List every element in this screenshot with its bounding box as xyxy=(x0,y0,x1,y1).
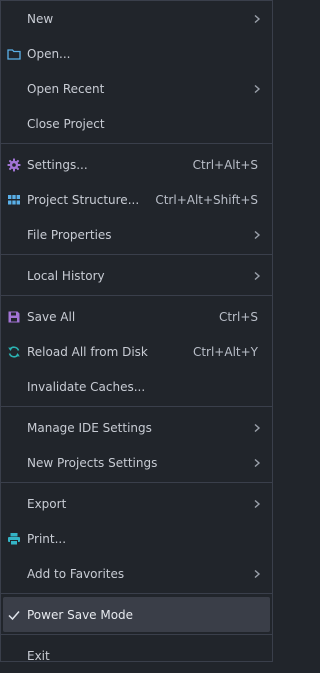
menu-item-label: Add to Favorites xyxy=(27,566,125,581)
save-icon xyxy=(7,310,21,324)
menu-item-label: Print... xyxy=(27,531,67,546)
menu-item-settings[interactable]: Settings... Ctrl+Alt+S xyxy=(1,147,272,182)
chevron-right-icon xyxy=(253,499,261,508)
menu-item-save-all[interactable]: Save All Ctrl+S xyxy=(1,299,272,334)
menu-item-open-recent[interactable]: Open Recent xyxy=(1,71,272,106)
menu-item-close-project[interactable]: Close Project xyxy=(1,106,272,141)
chevron-right-icon xyxy=(253,14,261,23)
menu-item-shortcut: Ctrl+Alt+S xyxy=(192,157,258,172)
menu-item-file-properties[interactable]: File Properties xyxy=(1,217,272,252)
menu-item-exit[interactable]: Exit xyxy=(1,638,272,673)
menu-item-label: Local History xyxy=(27,268,105,283)
printer-icon xyxy=(7,532,21,546)
menu-separator xyxy=(1,143,272,144)
folder-icon xyxy=(7,47,21,61)
menu-item-manage-ide-settings[interactable]: Manage IDE Settings xyxy=(1,410,272,445)
file-menu: New Open... Open Recent Close Project Se… xyxy=(0,0,273,663)
menu-separator xyxy=(1,482,272,483)
menu-item-project-structure[interactable]: Project Structure... Ctrl+Alt+Shift+S xyxy=(1,182,272,217)
menu-item-new[interactable]: New xyxy=(1,1,272,36)
menu-item-label: Power Save Mode xyxy=(27,607,134,622)
menu-item-label: Export xyxy=(27,496,67,511)
menu-separator xyxy=(1,254,272,255)
menu-item-label: Save All xyxy=(27,309,76,324)
menu-item-label: Open... xyxy=(27,46,71,61)
refresh-icon xyxy=(7,345,21,359)
menu-item-export[interactable]: Export xyxy=(1,486,272,521)
menu-item-label: Reload All from Disk xyxy=(27,344,148,359)
menu-item-open[interactable]: Open... xyxy=(1,36,272,71)
chevron-right-icon xyxy=(253,271,261,280)
menu-separator xyxy=(1,295,272,296)
menu-item-power-save-mode[interactable]: Power Save Mode xyxy=(3,597,270,632)
menu-item-shortcut: Ctrl+S xyxy=(218,309,258,324)
menu-item-reload-all[interactable]: Reload All from Disk Ctrl+Alt+Y xyxy=(1,334,272,369)
menu-item-label: File Properties xyxy=(27,227,112,242)
menu-separator xyxy=(1,634,272,635)
grid-icon xyxy=(7,193,21,207)
menu-item-invalidate-caches[interactable]: Invalidate Caches... xyxy=(1,369,272,404)
menu-separator xyxy=(1,593,272,594)
menu-item-label: Project Structure... xyxy=(27,192,140,207)
menu-item-shortcut: Ctrl+Alt+Y xyxy=(192,344,258,359)
checkmark-icon xyxy=(7,608,21,622)
menu-item-print[interactable]: Print... xyxy=(1,521,272,556)
menu-item-label: Settings... xyxy=(27,157,88,172)
menu-item-label: Invalidate Caches... xyxy=(27,379,146,394)
chevron-right-icon xyxy=(253,423,261,432)
menu-item-new-projects-settings[interactable]: New Projects Settings xyxy=(1,445,272,480)
gear-icon xyxy=(7,158,21,172)
menu-item-label: Exit xyxy=(27,648,50,663)
chevron-right-icon xyxy=(253,84,261,93)
menu-item-label: Open Recent xyxy=(27,81,105,96)
menu-item-local-history[interactable]: Local History xyxy=(1,258,272,293)
menu-item-label: Close Project xyxy=(27,116,105,131)
menu-item-shortcut: Ctrl+Alt+Shift+S xyxy=(155,192,258,207)
menu-item-label: Manage IDE Settings xyxy=(27,420,152,435)
menu-item-label: New Projects Settings xyxy=(27,455,158,470)
menu-item-label: New xyxy=(27,11,54,26)
chevron-right-icon xyxy=(253,458,261,467)
chevron-right-icon xyxy=(253,569,261,578)
menu-item-add-to-favorites[interactable]: Add to Favorites xyxy=(1,556,272,591)
chevron-right-icon xyxy=(253,230,261,239)
menu-separator xyxy=(1,406,272,407)
